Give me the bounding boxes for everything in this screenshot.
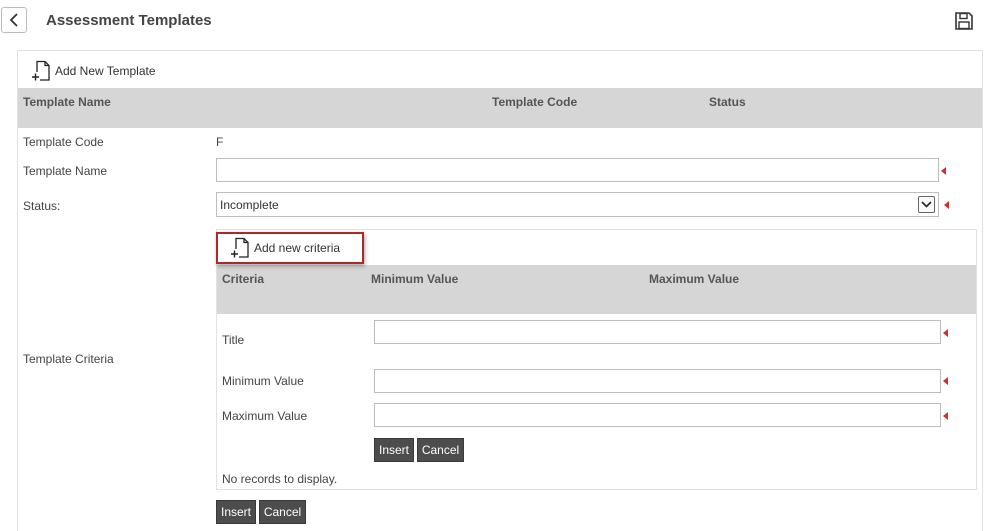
no-records-message: No records to display. xyxy=(222,472,338,486)
template-panel: Add New Template Template Name Template … xyxy=(17,50,983,531)
insert-button[interactable]: Insert xyxy=(216,500,256,524)
add-document-icon xyxy=(230,237,249,259)
status-select[interactable]: Incomplete xyxy=(216,192,939,217)
column-template-name[interactable]: Template Name xyxy=(23,95,111,109)
criteria-grid-header: Criteria Minimum Value Maximum Value xyxy=(217,265,976,314)
column-minimum-value[interactable]: Minimum Value xyxy=(371,272,458,286)
column-criteria[interactable]: Criteria xyxy=(222,272,264,286)
required-indicator xyxy=(943,377,948,385)
criteria-cancel-button[interactable]: Cancel xyxy=(417,438,464,462)
add-document-icon xyxy=(31,60,50,82)
templates-grid-header: Template Name Template Code Status xyxy=(18,88,982,128)
criteria-insert-button[interactable]: Insert xyxy=(374,438,414,462)
column-status[interactable]: Status xyxy=(709,95,746,109)
criteria-min-label: Minimum Value xyxy=(222,374,304,388)
criteria-max-input[interactable] xyxy=(374,403,941,427)
required-indicator xyxy=(943,412,948,420)
page-title: Assessment Templates xyxy=(46,12,212,29)
cancel-button[interactable]: Cancel xyxy=(259,500,306,524)
add-new-template-label: Add New Template xyxy=(55,64,156,78)
add-new-criteria-button[interactable]: Add new criteria xyxy=(230,237,340,259)
template-code-label: Template Code xyxy=(23,135,104,149)
column-template-code[interactable]: Template Code xyxy=(492,95,577,109)
required-indicator xyxy=(944,201,949,209)
template-criteria-label: Template Criteria xyxy=(23,352,114,366)
template-name-input[interactable] xyxy=(216,158,939,182)
add-new-template-button[interactable]: Add New Template xyxy=(31,60,156,82)
criteria-title-label: Title xyxy=(222,333,245,347)
back-button[interactable] xyxy=(1,7,27,33)
column-maximum-value[interactable]: Maximum Value xyxy=(649,272,739,286)
page-header: Assessment Templates xyxy=(0,0,998,42)
required-indicator xyxy=(943,329,948,337)
criteria-min-input[interactable] xyxy=(374,369,941,393)
template-name-label: Template Name xyxy=(23,164,108,178)
save-icon[interactable] xyxy=(954,11,974,31)
criteria-panel: Criteria Minimum Value Maximum Value Tit… xyxy=(216,229,977,490)
required-indicator xyxy=(941,167,946,175)
chevron-left-icon xyxy=(9,13,18,27)
chevron-down-icon[interactable] xyxy=(918,196,935,213)
status-selected-value: Incomplete xyxy=(220,197,279,212)
template-code-value: F xyxy=(216,135,224,149)
add-new-criteria-label: Add new criteria xyxy=(254,241,341,255)
criteria-max-label: Maximum Value xyxy=(222,409,308,423)
status-label: Status: xyxy=(23,199,61,213)
criteria-title-input[interactable] xyxy=(374,320,941,344)
add-new-criteria-highlight: Add new criteria xyxy=(216,232,364,264)
